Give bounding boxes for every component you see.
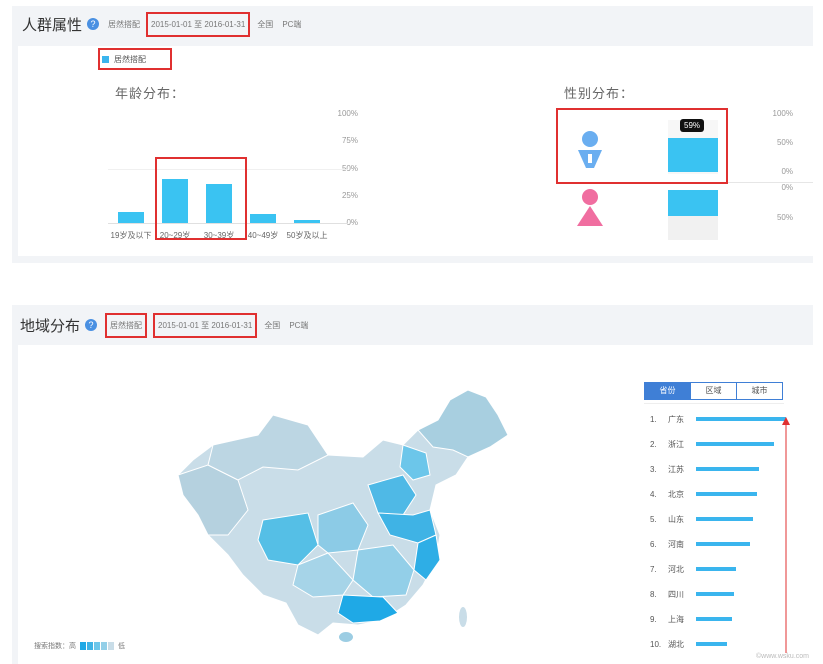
province-share-bar [696, 442, 774, 446]
arrow-annotation [782, 417, 790, 653]
age-x-tick: 50岁及以上 [286, 231, 328, 240]
province-name: 浙江 [668, 439, 684, 449]
rank-number: 3. [650, 464, 657, 474]
rank-number: 2. [650, 439, 657, 449]
legend-highlight [98, 48, 172, 70]
gender-section-title: 性别分布： [564, 86, 635, 101]
province-share-bar [696, 592, 734, 596]
province-name: 山东 [668, 514, 684, 524]
panel-title: 地域分布 [20, 317, 81, 335]
province-share-bar [696, 617, 733, 621]
age-y-tick: 25% [341, 190, 358, 200]
province-share-bar [696, 467, 759, 471]
province-share-bar [696, 492, 757, 496]
gender-y-tick: 100% [772, 109, 793, 118]
region-card: 搜索指数：高 低 省份 区域 城市 1. 广东 2. 浙江 3. 江苏 4. 北京 5. 山东 6.… [18, 345, 813, 664]
tab-area[interactable]: 区域 [691, 383, 737, 399]
rank-number: 10. [650, 639, 662, 649]
region-panel: 地域分布 ? 居然搭配 2015-01-01 至 2016-01-31 全国 P… [12, 305, 813, 664]
province-name: 河北 [668, 564, 684, 574]
gender-y-tick: 0% [781, 183, 793, 192]
rank-number: 7. [650, 564, 657, 574]
female-icon [577, 189, 603, 226]
map-legend-low: 低 [118, 643, 125, 650]
rank-number: 6. [650, 539, 657, 549]
province-name: 河南 [668, 539, 684, 549]
province-name: 北京 [668, 489, 684, 499]
ranking-row[interactable]: 6. 河南 [650, 534, 751, 554]
date-range[interactable]: 2015-01-01 至 2016-01-31 [146, 11, 251, 37]
age-bar[interactable] [118, 212, 144, 223]
province-name: 上海 [668, 614, 684, 624]
province-name: 四川 [668, 589, 684, 599]
rank-number: 8. [650, 589, 657, 599]
platform-filter[interactable]: PC端 [289, 320, 308, 331]
region-header: 地域分布 ? 居然搭配 2015-01-01 至 2016-01-31 全国 P… [12, 305, 813, 345]
age-highlight [155, 157, 247, 240]
ranking-underline [644, 403, 784, 404]
platform-filter[interactable]: PC端 [282, 19, 301, 30]
ranking-row[interactable]: 1. 广东 [650, 409, 787, 429]
ranking-row[interactable]: 3. 江苏 [650, 459, 759, 479]
gender-highlight [556, 108, 728, 184]
legend-scale [80, 642, 114, 650]
region-filter[interactable]: 全国 [257, 19, 273, 30]
province-share-bar [696, 567, 736, 571]
ranking-row[interactable]: 9. 上海 [650, 609, 733, 629]
panel-title: 人群属性 [22, 16, 83, 34]
province-share-bar [696, 642, 728, 646]
gender-y-tick: 50% [776, 213, 793, 222]
question-icon[interactable]: ? [87, 18, 100, 30]
tab-province[interactable]: 省份 [645, 383, 691, 399]
map-legend: 搜索指数：高 低 [34, 641, 125, 651]
province-share-bar [696, 542, 751, 546]
age-bar[interactable] [250, 214, 276, 223]
tab-city[interactable]: 城市 [737, 383, 782, 399]
crowd-attributes-panel: 人群属性 ? 居然搭配 2015-01-01 至 2016-01-31 全国 P… [12, 6, 813, 263]
age-y-tick: 100% [337, 109, 358, 118]
keyword-label[interactable]: 居然搭配 [108, 19, 140, 30]
province-share-bar [696, 417, 787, 421]
crowd-header: 人群属性 ? 居然搭配 2015-01-01 至 2016-01-31 全国 P… [12, 6, 813, 42]
age-y-tick: 75% [341, 136, 358, 146]
crowd-card: 居然搭配 年龄分布： 100% 75% 50% 25% 0% 19岁及以下 20~29岁 3… [18, 46, 813, 256]
female-share-bar[interactable] [668, 190, 718, 216]
rank-number: 1. [650, 414, 657, 424]
age-section-title: 年龄分布： [115, 86, 186, 101]
ranking-row[interactable]: 8. 四川 [650, 584, 734, 604]
rank-number: 5. [650, 514, 657, 524]
ranking-row[interactable]: 4. 北京 [650, 484, 757, 504]
region-filter[interactable]: 全国 [264, 320, 280, 331]
province-name: 江苏 [668, 464, 684, 474]
province-share-bar [696, 517, 753, 521]
age-bar[interactable] [294, 219, 320, 223]
gender-y-tick: 50% [776, 138, 793, 147]
keyword-label[interactable]: 居然搭配 [105, 312, 148, 338]
female-bar-bg [668, 216, 718, 240]
date-range[interactable]: 2015-01-01 至 2016-01-31 [153, 312, 258, 338]
ranking-row[interactable]: 2. 浙江 [650, 434, 774, 454]
ranking-row[interactable]: 5. 山东 [650, 509, 753, 529]
province-name: 广东 [668, 414, 684, 424]
ranking-row[interactable]: 10. 湖北 [650, 634, 728, 654]
map-legend-high: 搜索指数：高 [34, 643, 76, 650]
ranking-tabs: 省份 区域 城市 [644, 382, 783, 400]
age-x-tick: 19岁及以下 [110, 231, 152, 240]
watermark: ©www.wsku.com [756, 653, 809, 660]
ranking-row[interactable]: 7. 河北 [650, 559, 736, 579]
province-name: 湖北 [668, 639, 684, 649]
gender-y-tick: 0% [781, 167, 793, 176]
rank-number: 4. [650, 489, 657, 499]
china-map [177, 389, 509, 642]
question-icon[interactable]: ? [85, 319, 98, 331]
rank-number: 9. [650, 614, 657, 624]
